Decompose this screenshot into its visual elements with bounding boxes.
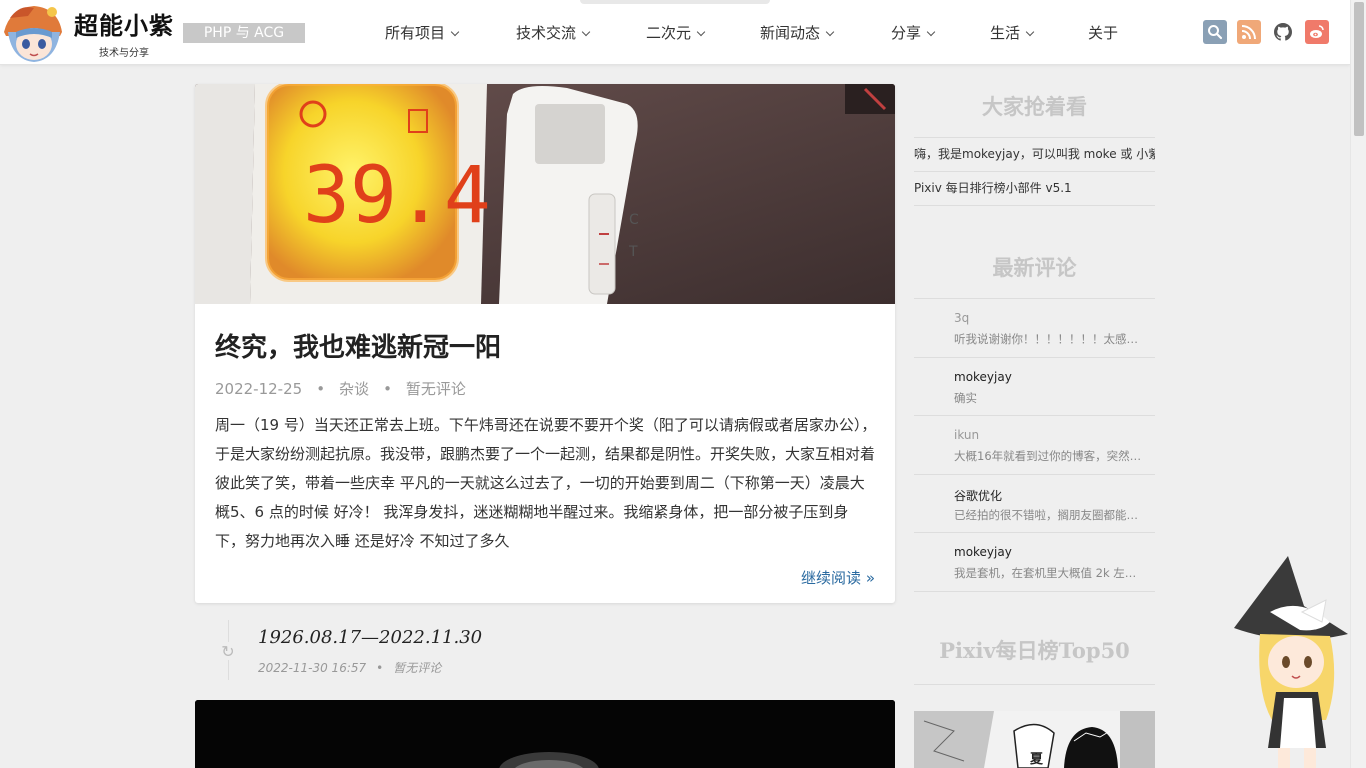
read-more-link[interactable]: 继续阅读 » [801,567,875,588]
nav-item-tech[interactable]: 技术交流 [516,22,591,43]
status-post-title[interactable]: 1926.08.17—2022.11.30 [258,627,482,648]
comment-author: 3q [954,311,970,325]
nav-item-life[interactable]: 生活 [990,22,1035,43]
chevron-down-icon [581,27,591,37]
comment-item[interactable]: ikun 大概16年就看到过你的博客，突然… [914,416,1155,475]
svg-text:C: C [629,212,639,228]
pixiv-widget-title: Pixiv每日榜Top50 [939,638,1130,663]
post-title[interactable]: 终究，我也难逃新冠一阳 [215,327,501,364]
comment-author: ikun [954,428,980,443]
site-header: 超能小紫 技术与分享 PHP 与 ACG 所有项目 技术交流 二次元 新闻动态 … [0,0,1350,65]
nav-item-news[interactable]: 新闻动态 [760,22,835,43]
chevron-down-icon [926,27,936,37]
comment-text: 我是套机，在套机里大概值 2k 左… [954,566,1137,581]
status-post-meta: 2022-11-30 16:57 • 暂无评论 [258,659,441,676]
avatar [916,312,946,342]
site-logo[interactable] [0,2,66,64]
avatar [916,429,946,459]
pixiv-image-text: 夏 [1029,752,1044,767]
nav-label: 二次元 [646,24,692,42]
nav-label: 分享 [891,24,922,42]
rss-icon[interactable] [1237,20,1261,44]
comment-author: 谷歌优化 [954,488,1003,503]
avatar [916,371,946,401]
popular-item[interactable]: 嗨，我是mokeyjay，可以叫我 moke 或 小紫 [914,138,1155,172]
github-icon[interactable] [1271,20,1295,44]
comment-author: mokeyjay [954,545,1012,560]
post-category[interactable]: 杂谈 [339,380,369,398]
comment-text: 大概16年就看到过你的博客，突然… [954,449,1142,464]
divider [914,684,1155,685]
post-card: 39.4 C T 终究，我也难逃新冠一阳 2022-12-25 • 杂谈 • 暂无评论 … [195,84,895,603]
chevron-down-icon [696,27,706,37]
meta-separator: • [376,661,384,675]
nav-label: 所有项目 [385,24,446,42]
meta-separator: • [316,380,326,398]
popular-widget-title: 大家抢着看 [982,94,1087,119]
site-tag: PHP 与 ACG [183,23,305,43]
nav-label: 技术交流 [516,24,577,42]
comment-text: 已经拍的很不错啦，搁朋友圈都能… [954,507,1138,522]
post-comment-count[interactable]: 暂无评论 [406,380,466,398]
avatar [916,488,946,518]
search-icon[interactable] [1203,20,1227,44]
nav-item-share[interactable]: 分享 [891,22,936,43]
status-post-datetime: 2022-11-30 16:57 [258,661,367,675]
avatar [916,546,946,576]
nav-label: 新闻动态 [760,24,821,42]
site-title[interactable]: 超能小紫 [74,6,174,41]
mascot-character[interactable] [1230,552,1350,768]
comment-item[interactable]: mokeyjay 我是套机，在套机里大概值 2k 左… [914,533,1155,592]
nav-label: 生活 [990,24,1021,42]
weibo-icon[interactable] [1305,20,1329,44]
page-scrollbar[interactable] [1350,0,1366,768]
comment-item[interactable]: 3q 听我说谢谢你！！！！！！！太感… [914,299,1155,358]
chevron-down-icon [1025,27,1035,37]
pixiv-ranking-image[interactable]: 夏 [914,711,1155,768]
header-decoration [580,0,770,4]
status-post: ↻ 1926.08.17—2022.11.30 2022-11-30 16:57… [195,620,895,682]
comment-item[interactable]: 谷歌优化 已经拍的很不错啦，搁朋友圈都能… [914,475,1155,534]
nav-item-acg[interactable]: 二次元 [646,22,706,43]
comment-author: mokeyjay [954,369,1012,384]
popular-list: 嗨，我是mokeyjay，可以叫我 moke 或 小紫 Pixiv 每日排行榜小… [914,137,1155,206]
scrollbar-thumb[interactable] [1354,2,1364,136]
post-excerpt: 周一（19 号）当天还正常去上班。下午炜哥还在说要不要开个奖（阳了可以请病假或者… [215,416,877,550]
post-hero-image[interactable]: 39.4 C T [195,84,895,304]
post-date: 2022-12-25 [215,380,303,398]
comment-item[interactable]: mokeyjay 确实 [914,358,1155,417]
site-subtitle: 技术与分享 [99,48,149,59]
thermometer-reading: 39.4 [303,151,491,241]
next-post-card[interactable] [195,700,895,768]
refresh-icon: ↻ [219,642,237,661]
nav-item-about[interactable]: 关于 [1088,22,1118,43]
recent-comments-list: 3q 听我说谢谢你！！！！！！！太感… mokeyjay 确实 ikun 大概1… [914,298,1155,592]
status-post-comments[interactable]: 暂无评论 [393,661,441,675]
comments-widget-title: 最新评论 [992,255,1077,280]
nav-item-projects[interactable]: 所有项目 [385,22,460,43]
chevron-down-icon [825,27,835,37]
meta-separator: • [383,380,392,398]
post-meta: 2022-12-25 • 杂谈 • 暂无评论 [215,378,466,399]
comment-text: 听我说谢谢你！！！！！！！太感… [954,332,1138,346]
chevron-down-icon [450,27,460,37]
popular-item[interactable]: Pixiv 每日排行榜小部件 v5.1 [914,172,1155,206]
nav-label: 关于 [1088,24,1119,42]
svg-text:T: T [628,244,638,260]
comment-text: 确实 [954,390,977,405]
